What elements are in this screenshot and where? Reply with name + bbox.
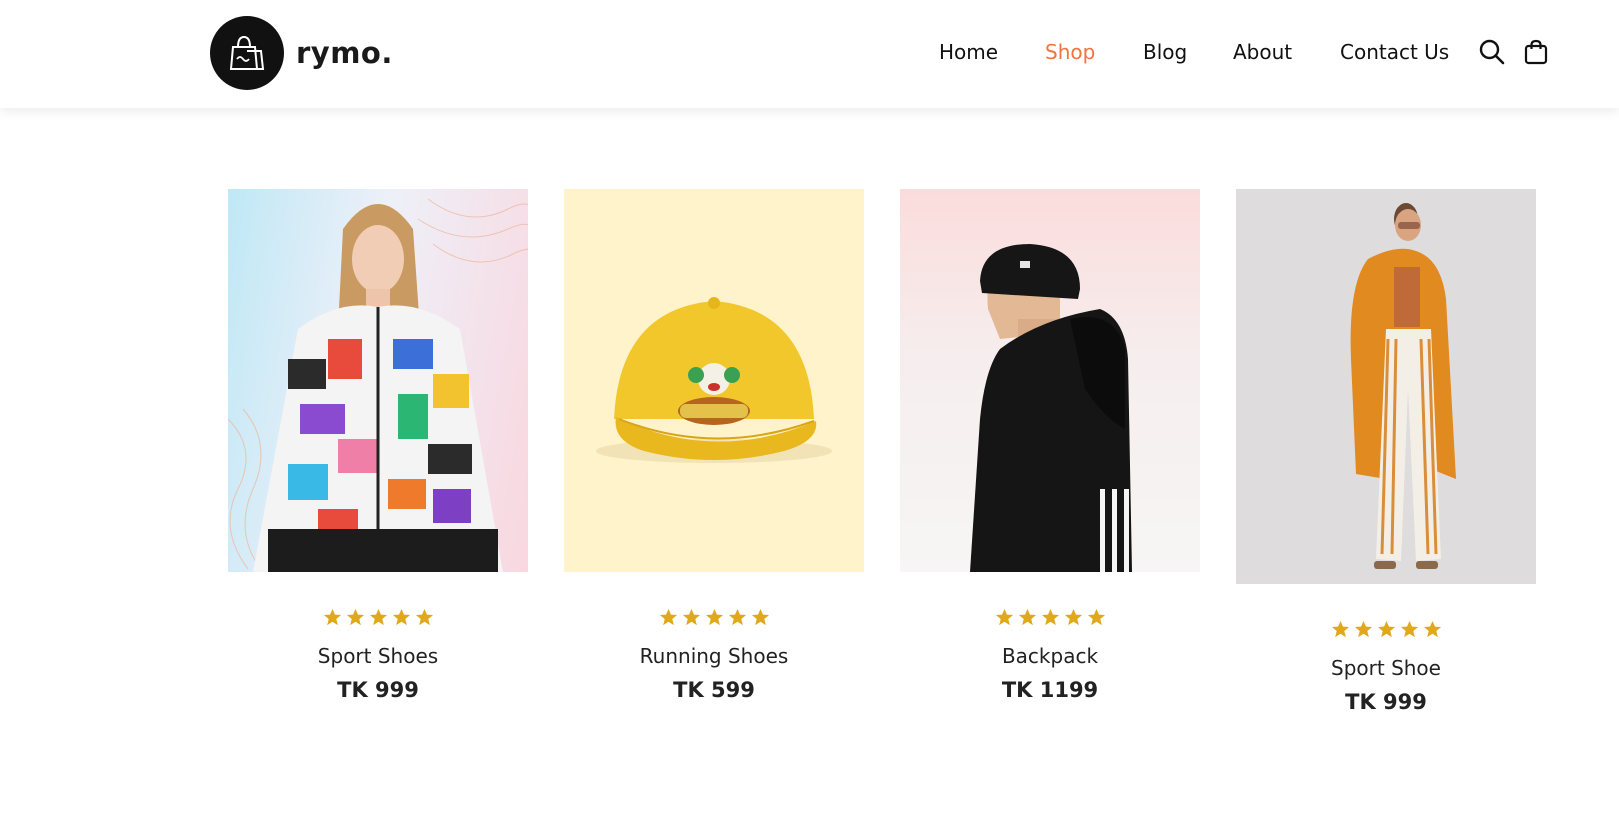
product-card[interactable]: Sport Shoe TK 999 bbox=[1236, 189, 1536, 714]
star-icon bbox=[346, 608, 364, 626]
star-icon bbox=[728, 608, 746, 626]
star-icon bbox=[1331, 620, 1349, 638]
product-card[interactable]: Backpack TK 1199 bbox=[900, 189, 1200, 702]
product-image-black-hoodie[interactable] bbox=[900, 189, 1200, 572]
star-icon bbox=[705, 608, 723, 626]
star-icon bbox=[1018, 608, 1036, 626]
product-name[interactable]: Sport Shoes bbox=[228, 644, 528, 668]
star-rating bbox=[900, 608, 1200, 630]
product-price: TK 999 bbox=[1345, 690, 1427, 714]
nav-home[interactable]: Home bbox=[939, 40, 998, 64]
nav-blog[interactable]: Blog bbox=[1143, 40, 1187, 64]
star-rating bbox=[564, 608, 864, 630]
search-icon[interactable] bbox=[1478, 38, 1506, 66]
product-card[interactable]: Running Shoes TK 599 bbox=[564, 189, 864, 702]
star-icon bbox=[323, 608, 341, 626]
star-rating bbox=[228, 608, 528, 630]
star-icon bbox=[1041, 608, 1059, 626]
star-rating bbox=[1236, 620, 1536, 642]
product-image-colorful-jacket[interactable] bbox=[228, 189, 528, 572]
product-name[interactable]: Sport Shoe bbox=[1236, 656, 1536, 680]
star-icon bbox=[1087, 608, 1105, 626]
star-icon bbox=[995, 608, 1013, 626]
product-image-orange-coat[interactable] bbox=[1236, 189, 1536, 584]
product-price: TK 1199 bbox=[1001, 678, 1099, 702]
star-icon bbox=[751, 608, 769, 626]
nav-about[interactable]: About bbox=[1233, 40, 1292, 64]
product-name[interactable]: Backpack bbox=[900, 644, 1200, 668]
star-icon bbox=[1423, 620, 1441, 638]
star-icon bbox=[659, 608, 677, 626]
product-name[interactable]: Running Shoes bbox=[564, 644, 864, 668]
nav-contact-us[interactable]: Contact Us bbox=[1340, 40, 1449, 64]
star-icon bbox=[1377, 620, 1395, 638]
star-icon bbox=[682, 608, 700, 626]
star-icon bbox=[1064, 608, 1082, 626]
shopping-bag-icon[interactable] bbox=[1522, 38, 1550, 66]
nav-shop[interactable]: Shop bbox=[1045, 40, 1095, 64]
product-price: TK 599 bbox=[673, 678, 755, 702]
star-icon bbox=[392, 608, 410, 626]
site-header: rymo. Home Shop Blog About Contact Us bbox=[0, 0, 1619, 108]
main-nav: Home Shop Blog About Contact Us bbox=[0, 40, 1619, 70]
star-icon bbox=[415, 608, 433, 626]
product-card[interactable]: Sport Shoes TK 999 bbox=[228, 189, 528, 702]
product-price: TK 999 bbox=[337, 678, 419, 702]
star-icon bbox=[1400, 620, 1418, 638]
star-icon bbox=[1354, 620, 1372, 638]
product-image-yellow-cap[interactable] bbox=[564, 189, 864, 572]
star-icon bbox=[369, 608, 387, 626]
